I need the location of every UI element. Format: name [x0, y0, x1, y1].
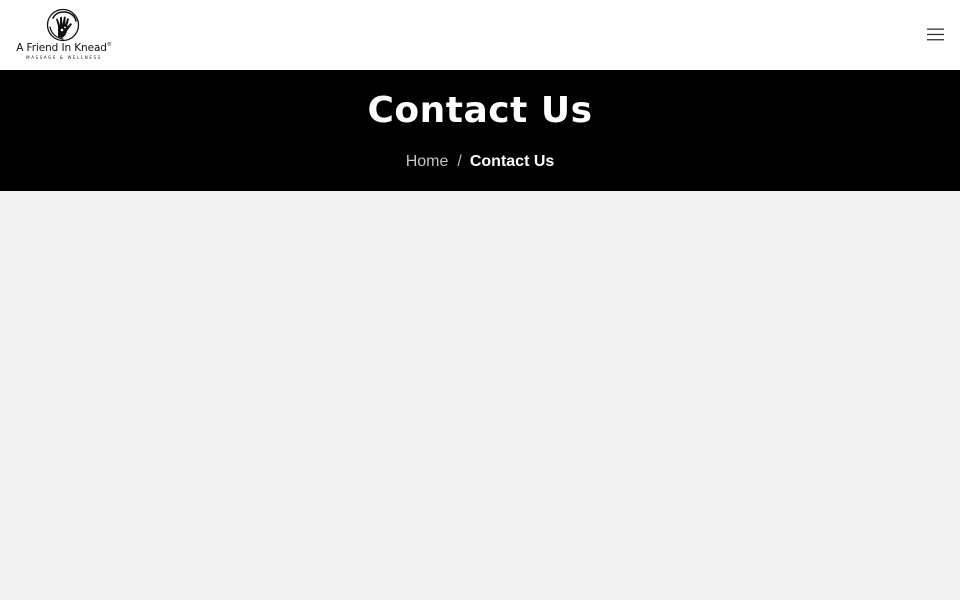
hamburger-menu-icon [927, 28, 944, 41]
page-title-banner: Contact Us Home / Contact Us [0, 70, 960, 191]
breadcrumb: Home / Contact Us [0, 152, 960, 172]
breadcrumb-home-link[interactable]: Home [406, 153, 449, 170]
logo-tagline: MASSAGE & WELLNESS [26, 55, 102, 60]
main-content-area [0, 191, 960, 600]
breadcrumb-separator: / [457, 153, 462, 170]
hand-print-icon [46, 8, 80, 42]
page-title: Contact Us [367, 90, 593, 131]
trademark-mark: ® [106, 42, 112, 48]
menu-button[interactable] [920, 24, 950, 46]
logo-name: A Friend In Knead® [16, 42, 112, 54]
breadcrumb-current: Contact Us [469, 153, 555, 170]
site-logo[interactable]: A Friend In Knead® MASSAGE & WELLNESS [14, 8, 114, 62]
site-header: A Friend In Knead® MASSAGE & WELLNESS [0, 0, 960, 70]
